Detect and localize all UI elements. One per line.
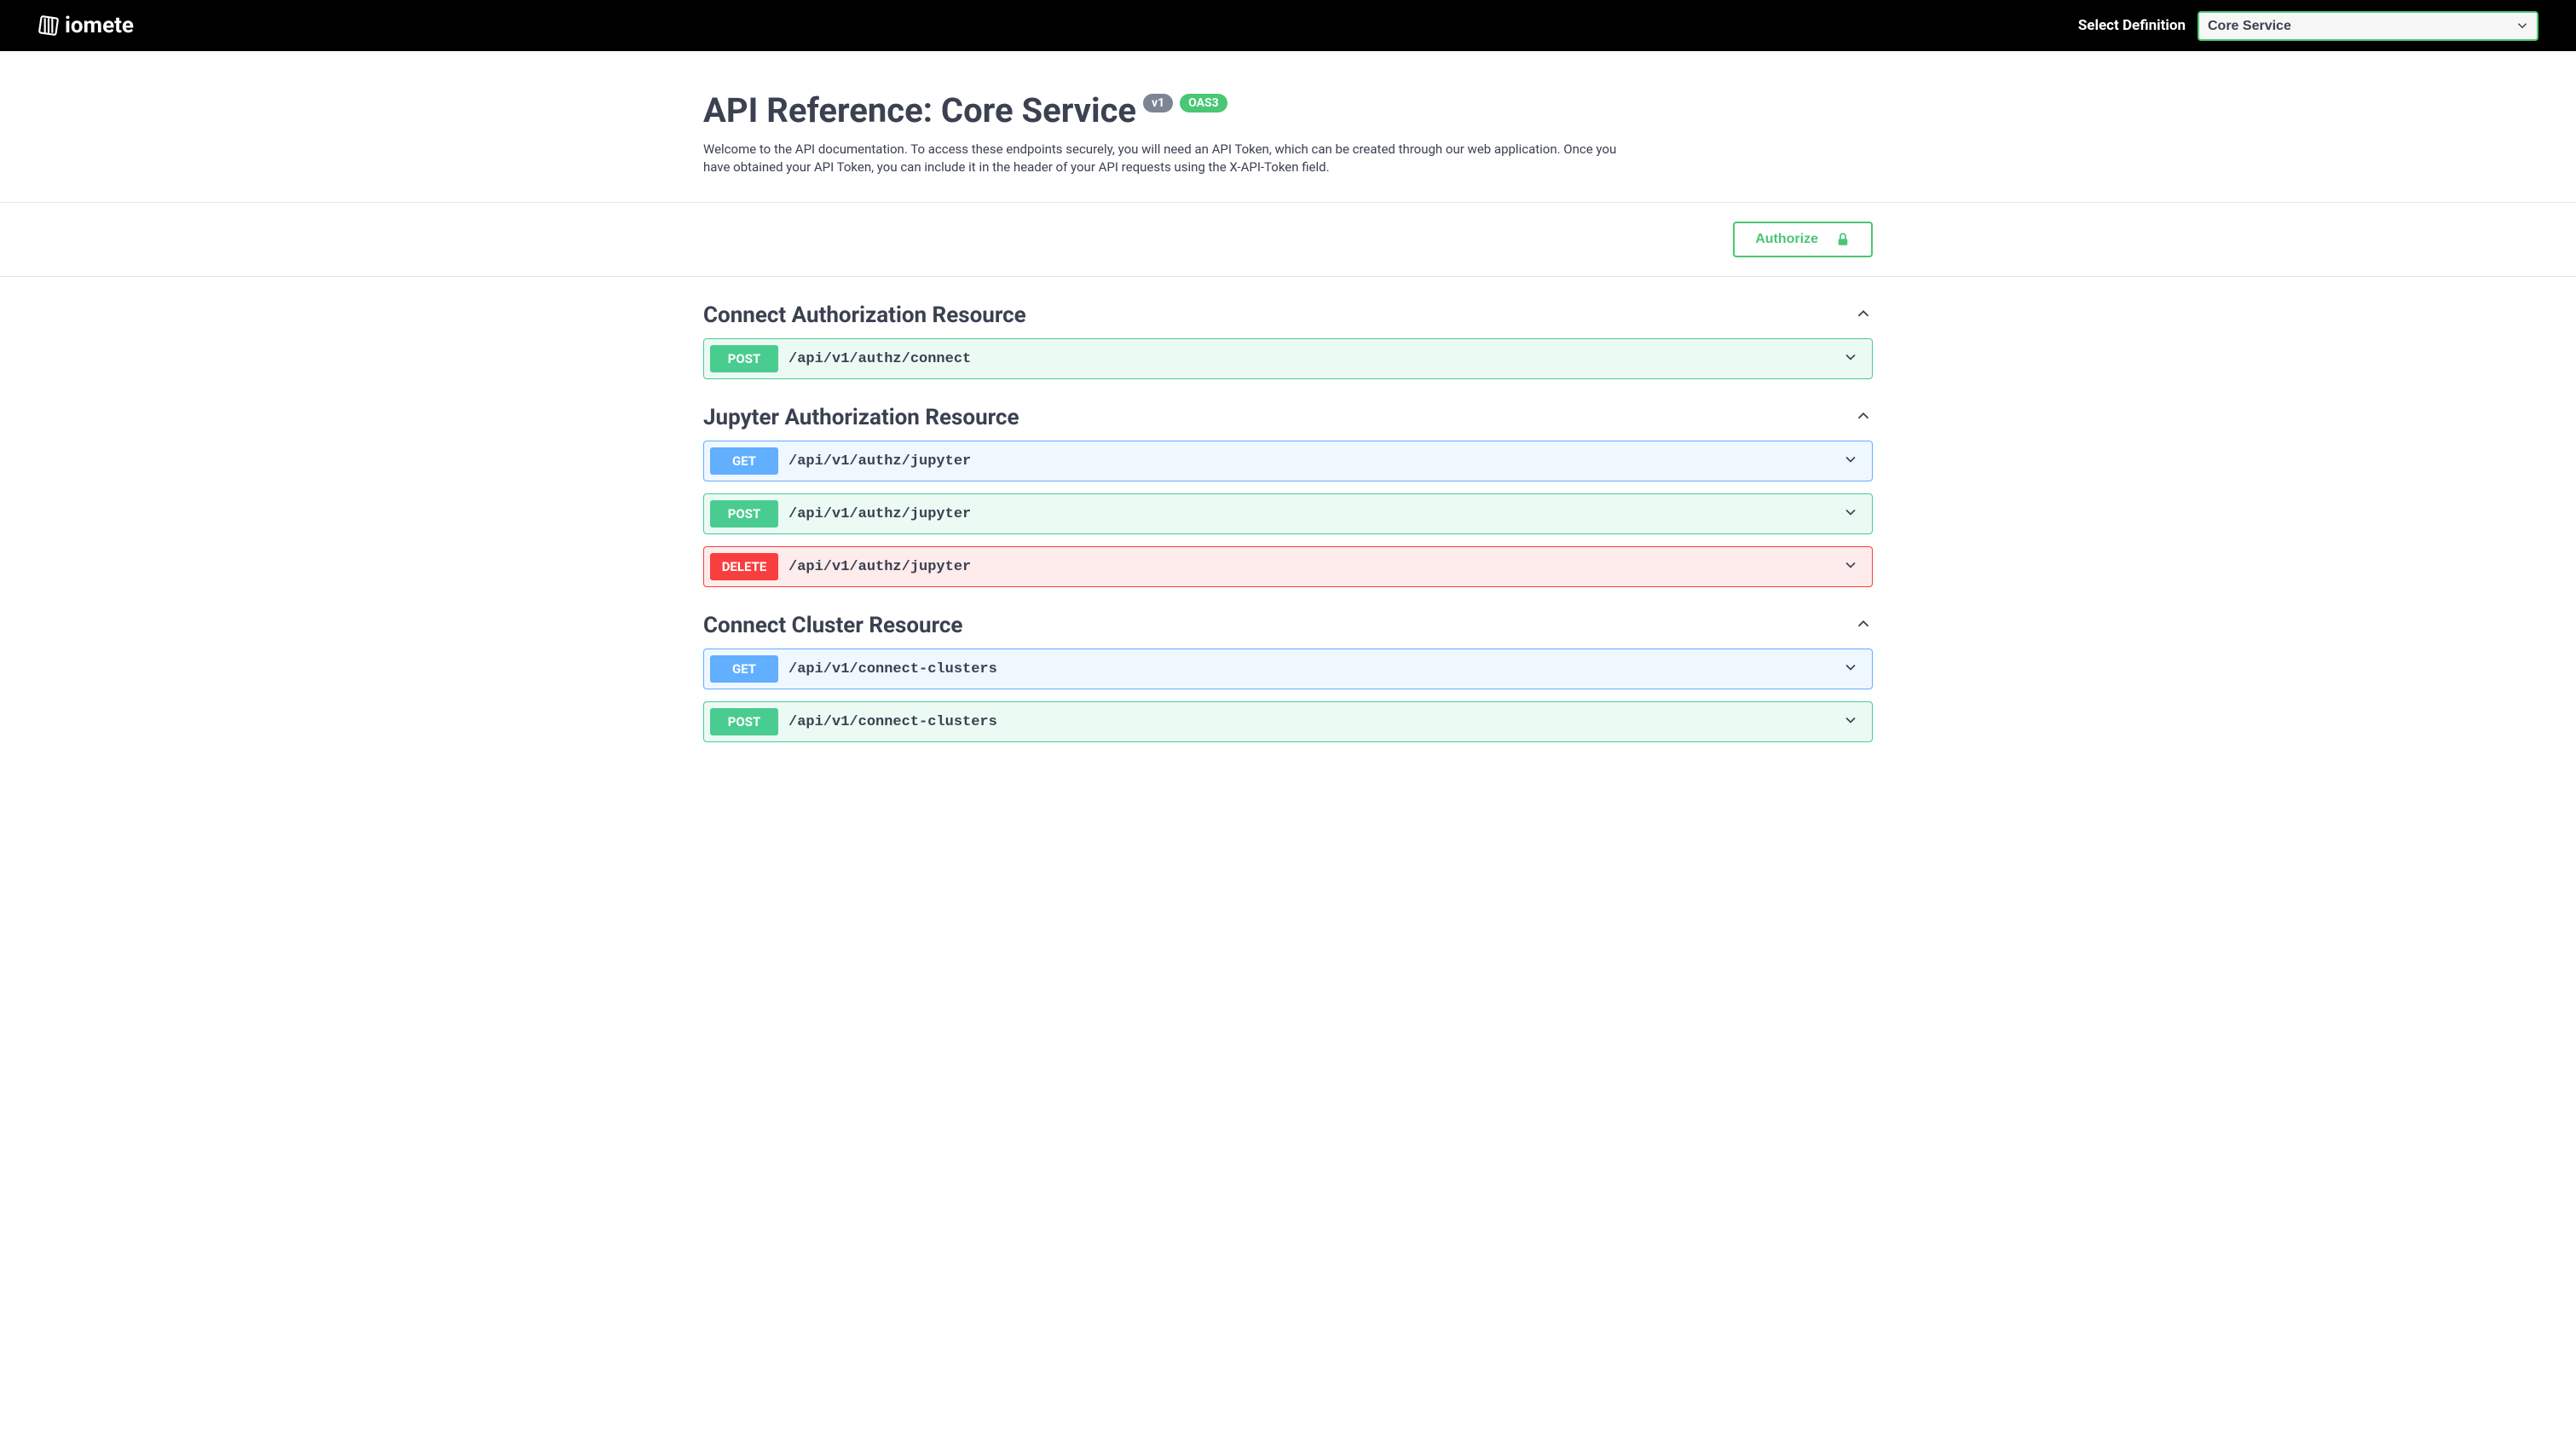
api-section: Connect Cluster Resource GET/api/v1/conne… [703, 613, 1873, 742]
authorize-row: Authorize [703, 203, 1873, 276]
method-badge-post: POST [710, 708, 778, 735]
method-badge-get: GET [710, 655, 778, 683]
api-description: Welcome to the API documentation. To acc… [703, 141, 1641, 176]
method-badge-post: POST [710, 345, 778, 372]
chevron-up-icon [1854, 304, 1873, 326]
section-title: Connect Authorization Resource [703, 303, 1026, 328]
section-title: Jupyter Authorization Resource [703, 405, 1019, 430]
chevron-up-icon [1854, 406, 1873, 429]
endpoint-row[interactable]: POST/api/v1/authz/jupyter [703, 493, 1873, 534]
api-section: Jupyter Authorization Resource GET/api/v1… [703, 405, 1873, 587]
version-badge: v1 [1143, 94, 1173, 112]
section-header[interactable]: Jupyter Authorization Resource [703, 405, 1873, 441]
chevron-down-icon [1842, 349, 1866, 369]
section-title: Connect Cluster Resource [703, 613, 962, 638]
chevron-down-icon [1842, 504, 1866, 524]
authorize-button[interactable]: Authorize [1733, 222, 1873, 257]
title-section: API Reference: Core Service v1 OAS3 Welc… [703, 51, 1873, 202]
section-header[interactable]: Connect Authorization Resource [703, 303, 1873, 338]
endpoint-path: /api/v1/authz/connect [788, 351, 1842, 367]
api-section: Connect Authorization Resource POST/api/v… [703, 303, 1873, 379]
definition-select[interactable]: Core Service [2198, 11, 2538, 41]
method-badge-post: POST [710, 500, 778, 527]
authorize-label: Authorize [1755, 232, 1818, 247]
section-header[interactable]: Connect Cluster Resource [703, 613, 1873, 649]
select-definition-label: Select Definition [2078, 17, 2186, 34]
top-header: iomete Select Definition Core Service [0, 0, 2576, 51]
endpoint-row[interactable]: POST/api/v1/connect-clusters [703, 701, 1873, 742]
page-title: API Reference: Core Service [703, 90, 1136, 130]
endpoint-row[interactable]: GET/api/v1/authz/jupyter [703, 441, 1873, 481]
chevron-down-icon [1842, 712, 1866, 732]
logo[interactable]: iomete [38, 13, 134, 38]
chevron-up-icon [1854, 614, 1873, 637]
oas-badge: OAS3 [1180, 94, 1227, 112]
logo-icon [38, 14, 60, 37]
endpoint-row[interactable]: GET/api/v1/connect-clusters [703, 649, 1873, 689]
method-badge-get: GET [710, 447, 778, 475]
chevron-down-icon [1842, 556, 1866, 577]
endpoint-row[interactable]: DELETE/api/v1/authz/jupyter [703, 546, 1873, 587]
chevron-down-icon [1842, 659, 1866, 679]
endpoint-path: /api/v1/connect-clusters [788, 714, 1842, 730]
endpoint-path: /api/v1/authz/jupyter [788, 506, 1842, 522]
endpoint-path: /api/v1/authz/jupyter [788, 559, 1842, 575]
divider [0, 276, 2576, 277]
endpoint-path: /api/v1/authz/jupyter [788, 453, 1842, 470]
method-badge-delete: DELETE [710, 553, 778, 580]
header-right: Select Definition Core Service [2078, 11, 2538, 41]
endpoint-row[interactable]: POST/api/v1/authz/connect [703, 338, 1873, 379]
endpoint-path: /api/v1/connect-clusters [788, 661, 1842, 677]
chevron-down-icon [1842, 451, 1866, 471]
logo-text: iomete [65, 13, 134, 38]
lock-icon [1835, 232, 1851, 247]
